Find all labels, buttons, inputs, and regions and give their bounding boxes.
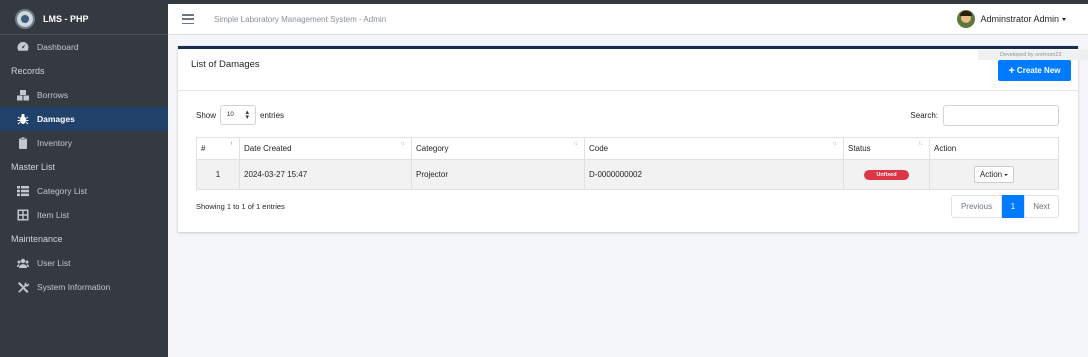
sidebar-item-borrows[interactable]: Borrows xyxy=(0,83,168,107)
sidebar-item-system-information[interactable]: System Information xyxy=(0,275,168,299)
entries-label: entries xyxy=(260,110,285,120)
pagination: Previous 1 Next xyxy=(951,195,1059,218)
show-label: Show xyxy=(196,110,217,120)
plus-icon: + xyxy=(1008,64,1015,77)
sidebar-item-dashboard[interactable]: Dashboard xyxy=(0,35,168,59)
sidebar-header-records: Records xyxy=(11,66,45,76)
cell-code: D-0000000002 xyxy=(584,159,844,190)
dashboard-icon xyxy=(16,41,30,53)
search-control: Search: xyxy=(910,105,1059,126)
table-header-row: # ↑ Date Created ↑↓ Category ↑↓ Code ↑↓ Stat… xyxy=(196,137,1059,160)
card-title: List of Damages xyxy=(191,59,260,70)
sidebar-item-item-list[interactable]: Item List xyxy=(0,203,168,227)
column-header-code[interactable]: Code ↑↓ xyxy=(584,137,844,160)
entries-select[interactable]: 10 ▴ ▾ xyxy=(220,105,257,125)
sidebar-item-damages[interactable]: Damages xyxy=(0,107,168,131)
sort-icon: ↑↓ xyxy=(832,141,837,147)
chevron-down-icon xyxy=(1062,17,1066,21)
boxes-icon xyxy=(16,89,30,101)
sidebar-label-item-list: Item List xyxy=(37,210,70,220)
status-badge: Unfixed xyxy=(864,170,909,180)
pagination-previous[interactable]: Previous xyxy=(951,195,1002,218)
entries-length-control: Show 10 ▴ ▾ entries xyxy=(196,105,284,125)
sidebar-header-master: Master List xyxy=(11,162,56,172)
damages-table: # ↑ Date Created ↑↓ Category ↑↓ Code ↑↓ Stat… xyxy=(196,137,1059,190)
sidebar-item-category-list[interactable]: Category List xyxy=(0,179,168,203)
column-header-category[interactable]: Category ↑↓ xyxy=(411,137,585,160)
bug-icon xyxy=(16,113,30,125)
sidebar-label-inventory: Inventory xyxy=(37,138,72,148)
sidebar-label-user-list: User List xyxy=(37,258,71,268)
sidebar-label-damages: Damages xyxy=(37,114,75,124)
sort-icon: ↑↓ xyxy=(573,141,578,147)
table-info: Showing 1 to 1 of 1 entries xyxy=(196,202,285,211)
sidebar-header-maintenance: Maintenance xyxy=(11,234,63,244)
sidebar: LMS - PHP Dashboard Records Borrows Dama… xyxy=(0,4,168,357)
sidebar-item-inventory[interactable]: Inventory xyxy=(0,131,168,155)
column-header-action: Action xyxy=(929,137,1059,160)
avatar xyxy=(957,10,976,28)
top-navbar: Simple Laboratory Management System - Ad… xyxy=(168,4,1088,35)
system-title: Simple Laboratory Management System - Ad… xyxy=(214,14,387,24)
sidebar-label-dashboard: Dashboard xyxy=(37,42,79,52)
search-label: Search: xyxy=(910,111,938,120)
sidebar-label-category-list: Category List xyxy=(37,186,88,196)
column-header-status[interactable]: Status ↑↓ xyxy=(843,137,930,160)
entries-select-value: 10 xyxy=(227,112,234,118)
action-dropdown-button[interactable]: Action xyxy=(973,166,1015,183)
create-new-label: Create New xyxy=(1016,66,1061,75)
brand-title: LMS - PHP xyxy=(43,14,89,24)
search-input[interactable] xyxy=(943,105,1059,126)
card-header: List of Damages Developed by oretnom23 +… xyxy=(178,49,1088,91)
sidebar-label-borrows: Borrows xyxy=(37,90,69,100)
sort-asc-icon: ↑ xyxy=(230,141,233,147)
developer-credit: Developed by oretnom23 xyxy=(978,50,1088,60)
sort-icon: ↑↓ xyxy=(400,141,405,147)
th-large-icon xyxy=(16,209,30,221)
th-list-icon xyxy=(16,185,30,197)
column-header-date-created[interactable]: Date Created ↑↓ xyxy=(239,137,412,160)
cell-category: Projector xyxy=(411,159,585,190)
column-header-number[interactable]: # ↑ xyxy=(196,137,240,160)
clipboard-icon xyxy=(16,137,30,149)
cell-status: Unfixed xyxy=(843,159,930,190)
tools-icon xyxy=(16,281,30,293)
users-icon xyxy=(16,257,30,269)
cell-date-created: 2024-03-27 15:47 xyxy=(239,159,412,190)
brand-logo xyxy=(15,9,35,29)
select-arrows-icon: ▴ ▾ xyxy=(245,109,250,121)
brand[interactable]: LMS - PHP xyxy=(0,4,168,35)
table-row: 1 2024-03-27 15:47 Projector D-000000000… xyxy=(196,159,1059,190)
user-menu[interactable]: Adminstrator Admin xyxy=(957,10,1066,28)
user-name: Adminstrator Admin xyxy=(980,14,1059,24)
cell-action: Action xyxy=(929,159,1059,190)
sidebar-label-system-information: System Information xyxy=(37,282,111,292)
sort-icon: ↑↓ xyxy=(918,141,923,147)
sidebar-item-user-list[interactable]: User List xyxy=(0,251,168,275)
damages-card: List of Damages Developed by oretnom23 +… xyxy=(178,46,1088,232)
cell-number: 1 xyxy=(196,159,240,190)
pagination-next[interactable]: Next xyxy=(1024,195,1059,218)
chevron-down-icon xyxy=(1004,173,1009,176)
menu-toggle-icon[interactable] xyxy=(182,14,194,24)
pagination-page-1[interactable]: 1 xyxy=(1002,195,1024,218)
create-new-button[interactable]: + Create New xyxy=(998,60,1071,81)
